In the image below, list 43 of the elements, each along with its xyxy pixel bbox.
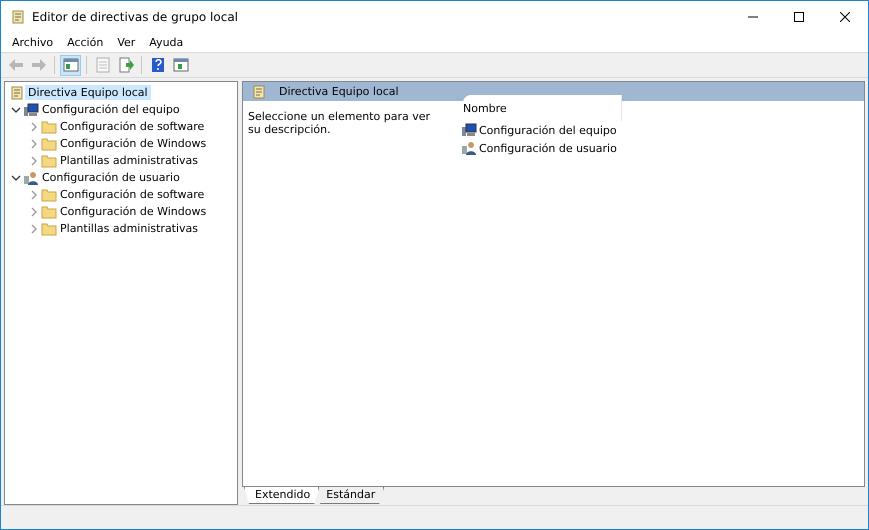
pane-icon [172,57,188,73]
column-header[interactable]: Nombre [463,95,622,121]
tree-item[interactable]: Configuración del equipo [39,102,183,117]
folder-icon [41,204,57,220]
tree-item[interactable]: Directiva Equipo local [25,85,151,100]
help-icon [150,57,166,73]
export-icon [118,57,134,73]
folder-icon [41,152,57,168]
menu-item[interactable]: Ayuda [142,36,190,48]
tree-item[interactable]: Configuración de software [57,119,208,134]
tree-item[interactable]: Configuración de usuario [39,170,183,185]
menu-item[interactable]: Ver [110,36,142,48]
tree-item[interactable]: Configuración de Windows [57,204,210,219]
tree-item[interactable]: Configuración de Windows [57,136,210,151]
maximize-icon [794,12,804,22]
toolbar-button[interactable] [60,54,81,76]
scroll-icon [251,84,267,100]
description-text: Seleccione un elemento para ver su descripción. [247,109,431,138]
menu-item[interactable]: Acción [60,36,110,48]
folder-icon [41,118,57,134]
pane-icon [62,57,78,73]
computer-icon [461,122,477,138]
computer-icon [23,102,39,118]
tab[interactable]: Extendido [244,487,320,504]
properties-icon [94,57,110,73]
back-arrow-icon [8,57,24,73]
list-item[interactable]: Configuración de usuario [479,142,617,154]
folder-icon [41,136,57,152]
list-item[interactable]: Configuración del equipo [479,124,617,136]
forward-arrow-icon [30,57,46,73]
user-icon [23,170,39,186]
menu-item[interactable]: Archivo [5,36,60,48]
folder-icon [41,220,57,236]
pane-title: Directiva Equipo local [279,85,399,98]
tree-item[interactable]: Configuración de software [57,187,208,202]
close-icon [840,12,850,22]
folder-icon [41,186,57,202]
tree-item[interactable]: Plantillas administrativas [57,221,202,236]
window-title: Editor de directivas de grupo local [32,10,240,24]
tree-item[interactable]: Plantillas administrativas [57,153,202,168]
user-icon [461,140,477,156]
scroll-icon [9,84,25,100]
scroll-icon [10,8,26,24]
